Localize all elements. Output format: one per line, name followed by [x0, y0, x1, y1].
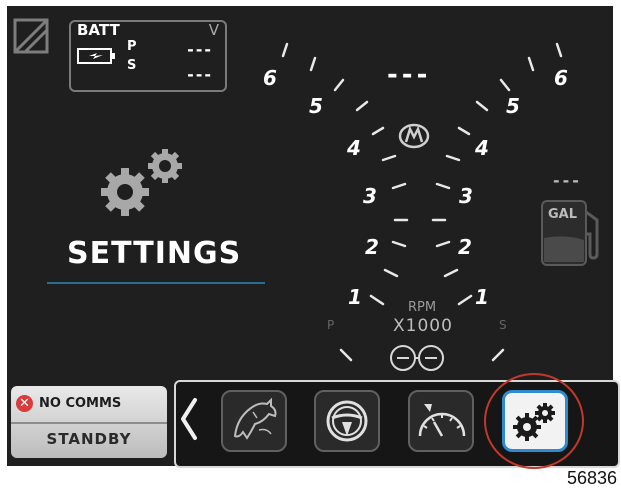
tick-line: [445, 154, 461, 162]
tick-line: [491, 348, 505, 362]
gauge-button[interactable]: [408, 390, 474, 452]
starboard-side-label: S: [499, 318, 507, 332]
tick-line: [391, 240, 407, 248]
tick-line: [435, 240, 451, 248]
battery-port-label: P: [127, 39, 137, 54]
tick-line: [371, 126, 385, 136]
battery-icon: [77, 48, 115, 64]
dolphin-icon: [233, 397, 277, 440]
tick-line: [281, 42, 289, 58]
highlight-ring: [484, 373, 584, 469]
tick-line: [333, 78, 345, 92]
battery-panel: BATT V P S --- ---: [69, 20, 227, 92]
tick-label-3-right: 3: [459, 184, 473, 208]
status-panel: ✕ NO COMMS STANDBY: [11, 386, 167, 458]
helm-button[interactable]: [314, 390, 380, 452]
tick-label-5-right: 5: [506, 94, 520, 118]
tick-line: [457, 294, 473, 306]
battery-title: BATT: [77, 21, 120, 39]
figure-number: 56836: [566, 468, 617, 488]
rpm-label: RPM: [408, 300, 437, 315]
tick-label-6-left: 6: [263, 66, 277, 90]
dual-engine-icon: [390, 345, 444, 371]
error-icon: ✕: [16, 395, 33, 412]
tick-label-3-left: 3: [363, 184, 377, 208]
battery-starboard-label: S: [127, 58, 137, 73]
tick-line: [391, 182, 407, 190]
tick-line: [383, 268, 399, 278]
comms-status-row: ✕ NO COMMS: [11, 386, 167, 424]
tick-line: [369, 294, 385, 306]
slash-logo-icon: [13, 18, 49, 54]
tick-label-4-left: 4: [347, 136, 361, 160]
tick-line: [475, 100, 489, 112]
fuel-unit: GAL: [548, 207, 578, 222]
standby-status: STANDBY: [46, 430, 132, 448]
back-chevron-icon[interactable]: [177, 394, 201, 444]
tick-line: [527, 56, 535, 72]
tick-label-2-left: 2: [365, 235, 379, 259]
tick-label-5-left: 5: [309, 94, 323, 118]
battery-starboard-value: ---: [187, 65, 213, 84]
fuel-value: ---: [553, 171, 582, 190]
tick-line: [443, 268, 459, 278]
tick-label-1-left: 1: [348, 285, 362, 309]
tick-line: [309, 56, 317, 72]
tick-label-6-right: 6: [554, 66, 568, 90]
tick-line: [339, 348, 353, 362]
tick-line: [435, 182, 451, 190]
tick-label-4-right: 4: [475, 136, 489, 160]
tick-line: [457, 126, 471, 136]
battery-unit: V: [208, 21, 219, 39]
rpm-multiplier: X1000: [393, 316, 453, 336]
steering-wheel-icon: [326, 400, 368, 442]
tick-line: [555, 42, 563, 58]
tick-line: [355, 100, 369, 112]
comms-status: NO COMMS: [39, 396, 122, 411]
settings-underline: [47, 282, 265, 284]
tick-label-2-right: 2: [458, 235, 472, 259]
tick-line: [381, 154, 397, 162]
settings-title: SETTINGS: [67, 236, 242, 271]
eco-mode-button[interactable]: [221, 390, 287, 452]
port-side-label: P: [327, 318, 335, 332]
settings-gears-icon: [101, 149, 182, 216]
tick-label-1-right: 1: [475, 285, 489, 309]
tick-line: [499, 78, 511, 92]
battery-port-value: ---: [187, 40, 213, 59]
speedometer-icon: [418, 404, 466, 437]
